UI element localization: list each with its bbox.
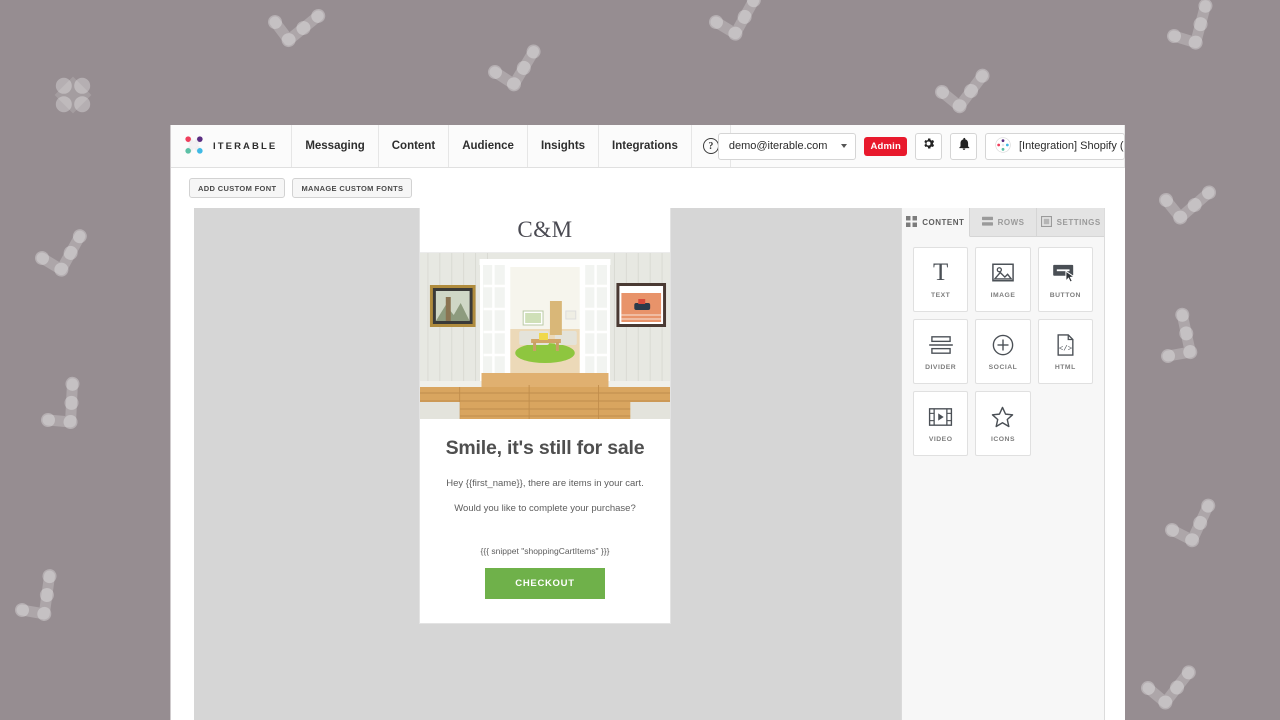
panel-empty-area <box>902 466 1104 720</box>
account-email: demo@iterable.com <box>728 140 828 152</box>
chevron-down-icon <box>841 144 848 148</box>
gear-icon <box>921 136 936 156</box>
manage-custom-fonts-button[interactable]: MANAGE CUSTOM FONTS <box>292 178 413 198</box>
block-label: TEXT <box>930 291 951 299</box>
settings-button[interactable] <box>915 132 942 160</box>
nav-item-label: Messaging <box>305 140 365 152</box>
email-paragraph-1: Hey {{first_name}}, there are items in y… <box>446 478 644 489</box>
email-body: Smile, it's still for sale Hey {{first_n… <box>420 419 670 623</box>
iterable-logo-icon <box>183 134 205 159</box>
panel-icon <box>1040 215 1052 229</box>
email-heading: Smile, it's still for sale <box>445 437 645 459</box>
project-dots-icon <box>995 136 1011 156</box>
admin-badge[interactable]: Admin <box>864 136 907 156</box>
nav-item-label: Content <box>391 140 436 152</box>
rows-icon <box>981 216 993 229</box>
project-name: [Integration] Shopify (C <box>1019 140 1125 152</box>
email-snippet-token: {{{ snippet "shoppingCartItems" }}} <box>480 545 610 556</box>
brand-wordmark: ITERABLE <box>213 140 278 152</box>
project-select[interactable]: [Integration] Shopify (C <box>985 132 1125 160</box>
block-text[interactable]: T TEXT <box>913 247 969 312</box>
account-select[interactable]: demo@iterable.com <box>717 132 857 160</box>
iterable-app-window: ITERABLE Messaging Content Audience Insi… <box>170 125 1125 720</box>
nav-item-content[interactable]: Content <box>379 125 450 167</box>
bell-icon <box>957 137 971 156</box>
nav-item-messaging[interactable]: Messaging <box>292 125 379 167</box>
editor-body: C&M Smile, it's still for sale Hey {{fir… <box>171 208 1125 720</box>
email-hero-image[interactable] <box>420 253 670 419</box>
block-label: VIDEO <box>928 435 953 443</box>
star-icon <box>991 405 1014 429</box>
nav-item-audience[interactable]: Audience <box>449 125 528 167</box>
email-preview-card[interactable]: C&M Smile, it's still for sale Hey {{fir… <box>419 208 671 624</box>
block-video[interactable]: VIDEO <box>913 391 969 456</box>
nav-item-label: Integrations <box>612 140 678 152</box>
video-film-icon <box>928 405 953 429</box>
content-panel: CONTENT ROWS SETTINGS T TEXT IMAGE BUTTO… <box>902 208 1105 720</box>
email-canvas-wrapper: C&M Smile, it's still for sale Hey {{fir… <box>171 208 902 720</box>
block-label: BUTTON <box>1049 291 1081 299</box>
tab-settings[interactable]: SETTINGS <box>1037 208 1105 237</box>
button-cursor-icon <box>1052 261 1078 285</box>
question-mark-circle-icon: ? <box>702 138 719 154</box>
checkout-button[interactable]: CHECKOUT <box>485 567 605 599</box>
tab-content[interactable]: CONTENT <box>902 208 970 237</box>
tab-rows[interactable]: ROWS <box>969 208 1038 237</box>
image-icon <box>992 261 1014 285</box>
block-label: SOCIAL <box>988 363 1018 371</box>
block-image[interactable]: IMAGE <box>975 247 1031 312</box>
block-social[interactable]: SOCIAL <box>975 319 1031 384</box>
top-nav-right-cluster: demo@iterable.com Admin [Integration] Sh… <box>717 125 1125 167</box>
svg-text:</>: </> <box>1059 345 1072 353</box>
email-canvas[interactable]: C&M Smile, it's still for sale Hey {{fir… <box>194 208 901 720</box>
top-navigation-bar: ITERABLE Messaging Content Audience Insi… <box>171 125 1125 168</box>
block-label: IMAGE <box>990 291 1016 299</box>
code-file-icon: </> <box>1056 333 1075 357</box>
panel-tabs: CONTENT ROWS SETTINGS <box>902 208 1105 237</box>
nav-item-label: Insights <box>540 140 586 152</box>
tab-label: CONTENT <box>922 217 965 227</box>
block-divider[interactable]: DIVIDER <box>913 319 969 384</box>
add-custom-font-button[interactable]: ADD CUSTOM FONT <box>189 178 286 198</box>
email-brand-logo: C&M <box>517 217 573 242</box>
nav-item-integrations[interactable]: Integrations <box>599 125 692 167</box>
panel-right-gutter <box>1105 208 1125 720</box>
email-logo-row[interactable]: C&M <box>420 208 670 253</box>
text-t-icon: T <box>933 259 949 286</box>
block-label: ICONS <box>990 435 1015 443</box>
iterable-logo-home-link[interactable]: ITERABLE <box>171 125 293 167</box>
grid-squares-icon <box>906 215 918 229</box>
block-label: HTML <box>1054 363 1076 371</box>
block-button[interactable]: BUTTON <box>1037 247 1093 312</box>
nav-item-insights[interactable]: Insights <box>528 125 600 167</box>
block-label: DIVIDER <box>925 363 957 371</box>
nav-item-label: Audience <box>462 140 514 152</box>
tab-label: SETTINGS <box>1056 217 1101 227</box>
plus-circle-icon <box>992 333 1014 357</box>
divider-icon <box>928 333 953 357</box>
notifications-button[interactable] <box>950 132 977 160</box>
content-blocks-grid: T TEXT IMAGE BUTTON DIVIDER SOCIAL </> H… <box>902 237 1104 466</box>
tab-label: ROWS <box>997 217 1025 227</box>
font-toolbar: ADD CUSTOM FONT MANAGE CUSTOM FONTS <box>171 168 1125 208</box>
block-html[interactable]: </> HTML <box>1037 319 1093 384</box>
block-icons[interactable]: ICONS <box>975 391 1031 456</box>
email-paragraph-2: Would you like to complete your purchase… <box>454 503 636 515</box>
